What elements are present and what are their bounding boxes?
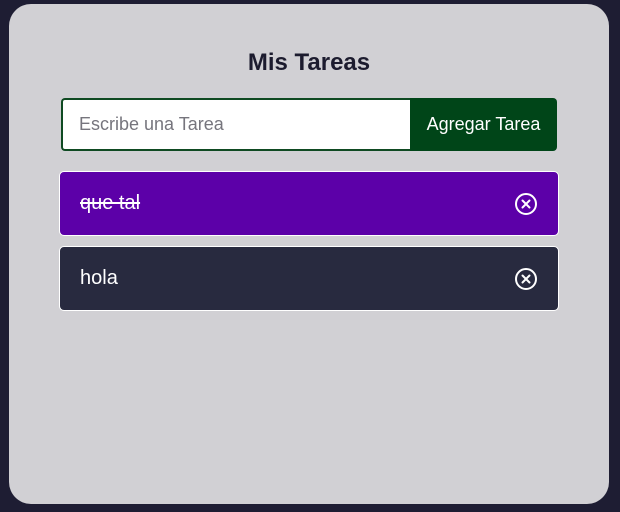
task-list: que tal hola bbox=[59, 171, 559, 321]
task-text[interactable]: que tal bbox=[80, 192, 140, 215]
task-item[interactable]: que tal bbox=[59, 171, 559, 236]
task-text[interactable]: hola bbox=[80, 267, 118, 290]
task-item[interactable]: hola bbox=[59, 246, 559, 311]
task-form: Agregar Tarea bbox=[61, 98, 557, 151]
page-title: Mis Tareas bbox=[247, 49, 371, 76]
add-task-button[interactable]: Agregar Tarea bbox=[410, 98, 557, 151]
close-circle-icon[interactable] bbox=[514, 267, 538, 291]
close-circle-icon[interactable] bbox=[514, 192, 538, 216]
task-app-card: Mis Tareas Agregar Tarea que tal hola bbox=[9, 4, 609, 504]
task-input[interactable] bbox=[61, 98, 410, 151]
